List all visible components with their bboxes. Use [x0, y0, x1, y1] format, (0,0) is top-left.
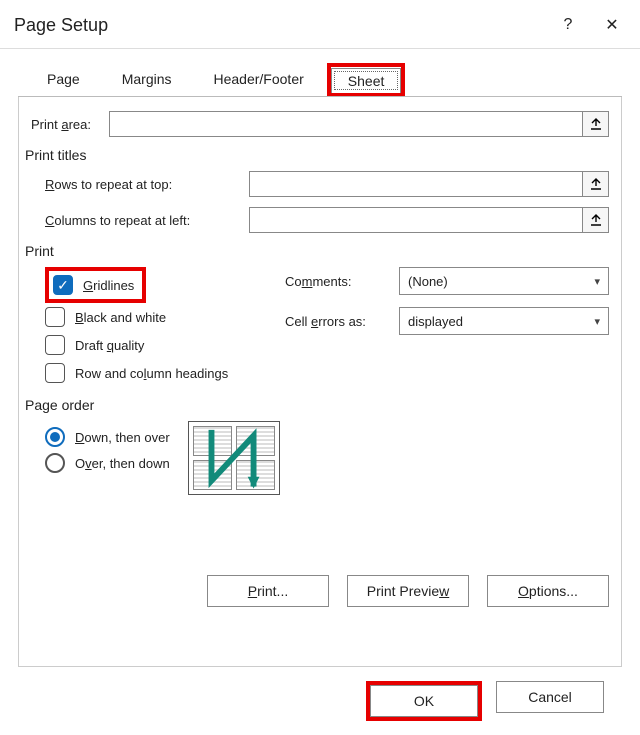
- gridlines-label: Gridlines: [83, 278, 134, 293]
- draft-quality-label: Draft quality: [75, 338, 144, 353]
- print-area-ref-button[interactable]: [583, 111, 609, 137]
- options-button[interactable]: Options...: [487, 575, 609, 607]
- down-then-over-label: Down, then over: [75, 430, 170, 445]
- cols-repeat-ref-button[interactable]: [583, 207, 609, 233]
- page-order-diagram: [188, 421, 280, 495]
- down-then-over-radio[interactable]: [45, 427, 65, 447]
- rows-repeat-label: Rows to repeat at top:: [45, 177, 249, 192]
- tab-headerfooter[interactable]: Header/Footer: [195, 64, 323, 97]
- close-button[interactable]: ✕: [590, 10, 634, 40]
- tab-sheet[interactable]: Sheet: [331, 68, 402, 93]
- titlebar: Page Setup ? ✕: [0, 0, 640, 49]
- dialog-title: Page Setup: [14, 15, 546, 36]
- print-section: Print: [25, 243, 609, 259]
- help-button[interactable]: ?: [546, 10, 590, 40]
- sheet-pane: Print area: Print titles Rows to repeat …: [18, 97, 622, 667]
- gridlines-checkbox[interactable]: ✓: [53, 275, 73, 295]
- chevron-down-icon: ▾: [594, 275, 600, 288]
- cols-repeat-label: Columns to repeat at left:: [45, 213, 249, 228]
- over-then-down-label: Over, then down: [75, 456, 170, 471]
- row-col-headings-label: Row and column headings: [75, 366, 228, 381]
- print-area-input[interactable]: [109, 111, 583, 137]
- page-order-section: Page order: [25, 397, 609, 413]
- tab-page[interactable]: Page: [28, 64, 99, 97]
- print-area-label: Print area:: [31, 117, 109, 132]
- draft-quality-checkbox[interactable]: [45, 335, 65, 355]
- rows-repeat-ref-button[interactable]: [583, 171, 609, 197]
- cancel-button[interactable]: Cancel: [496, 681, 604, 713]
- comments-value: (None): [408, 274, 448, 289]
- comments-select[interactable]: (None) ▾: [399, 267, 609, 295]
- cell-errors-label: Cell errors as:: [285, 314, 399, 329]
- comments-label: Comments:: [285, 274, 399, 289]
- cols-repeat-input[interactable]: [249, 207, 583, 233]
- rows-repeat-input[interactable]: [249, 171, 583, 197]
- cell-errors-value: displayed: [408, 314, 463, 329]
- tab-margins[interactable]: Margins: [103, 64, 191, 97]
- collapse-dialog-icon: [589, 177, 603, 191]
- over-then-down-radio[interactable]: [45, 453, 65, 473]
- cell-errors-select[interactable]: displayed ▾: [399, 307, 609, 335]
- collapse-dialog-icon: [589, 117, 603, 131]
- tab-strip: Page Margins Header/Footer Sheet: [18, 63, 622, 97]
- ok-button[interactable]: OK: [370, 685, 478, 717]
- print-titles-section: Print titles: [25, 147, 609, 163]
- chevron-down-icon: ▾: [594, 315, 600, 328]
- collapse-dialog-icon: [589, 213, 603, 227]
- black-white-label: Black and white: [75, 310, 166, 325]
- print-preview-button[interactable]: Print Preview: [347, 575, 469, 607]
- print-button[interactable]: Print...: [207, 575, 329, 607]
- black-white-checkbox[interactable]: [45, 307, 65, 327]
- row-col-headings-checkbox[interactable]: [45, 363, 65, 383]
